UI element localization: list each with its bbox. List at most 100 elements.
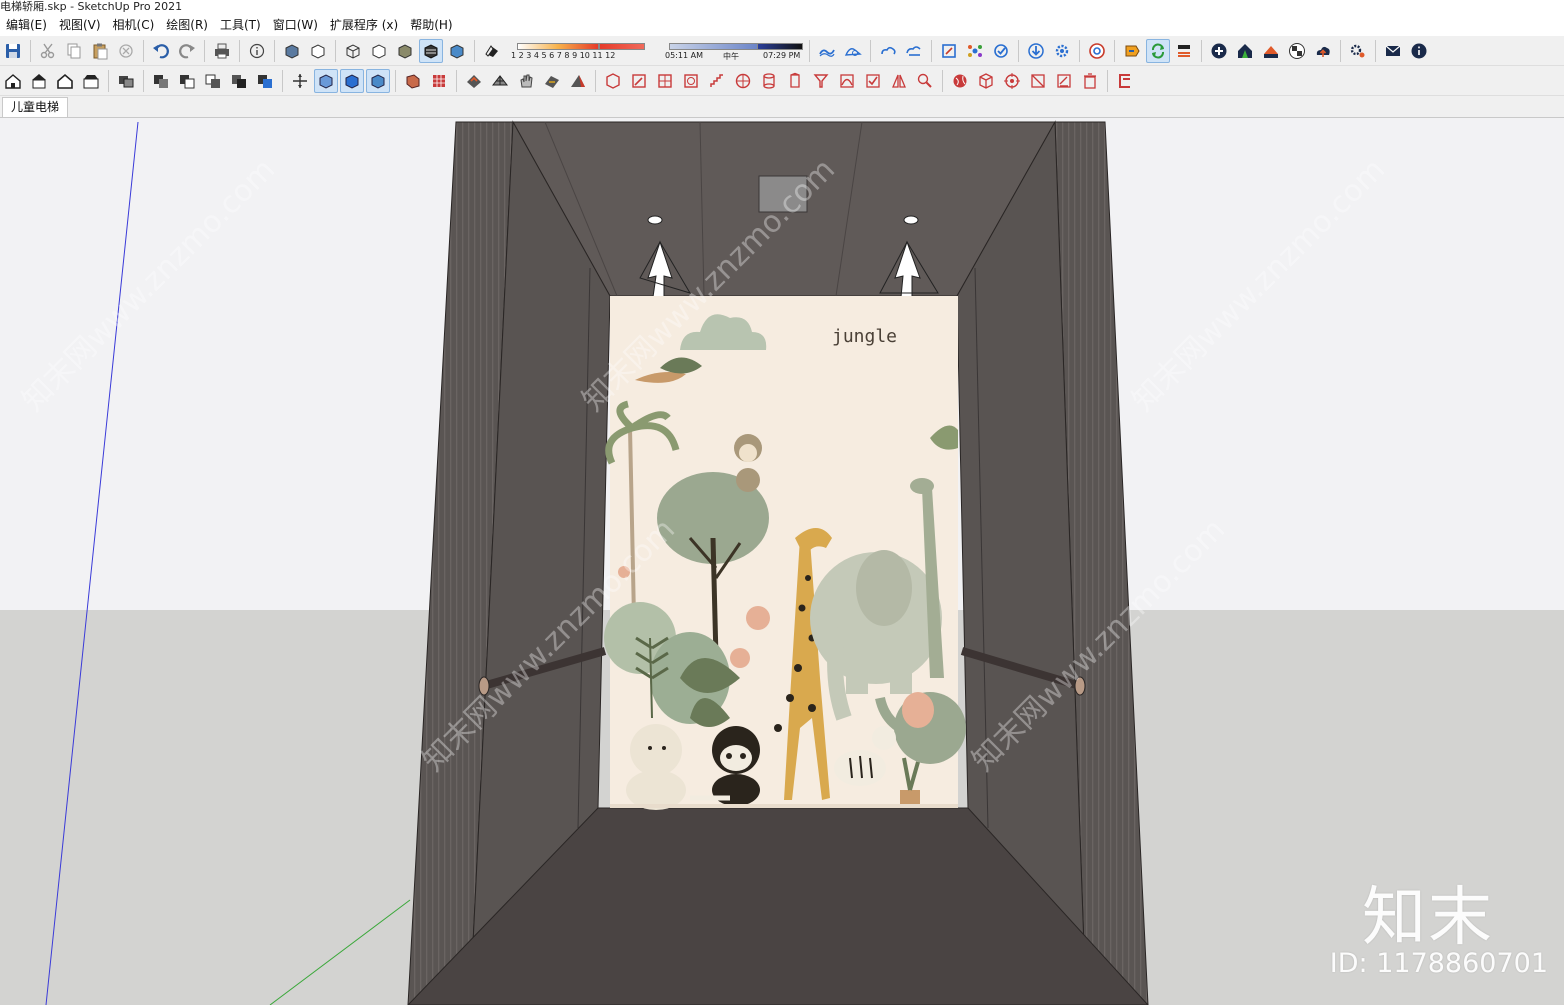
mail-button[interactable]	[1381, 39, 1405, 63]
stack-view-button[interactable]	[114, 69, 138, 93]
menu-window[interactable]: 窗口(W)	[267, 14, 324, 36]
sandbox-smoove-button[interactable]	[876, 39, 900, 63]
red-tool-7-button[interactable]	[757, 69, 781, 93]
save-button[interactable]	[1, 39, 25, 63]
plugin-orange-button[interactable]	[1120, 39, 1144, 63]
redo-button[interactable]	[175, 39, 199, 63]
print-button[interactable]	[210, 39, 234, 63]
sandbox-add-detail-button[interactable]	[488, 69, 512, 93]
red-tool-2-button[interactable]	[627, 69, 651, 93]
red-tool-10-button[interactable]	[835, 69, 859, 93]
menu-bar: 编辑(E) 视图(V) 相机(C) 绘图(R) 工具(T) 窗口(W) 扩展程序…	[0, 14, 1564, 36]
copy-button[interactable]	[62, 39, 86, 63]
section-plane-button[interactable]	[288, 69, 312, 93]
sandbox-grid-button[interactable]	[841, 39, 865, 63]
iso-view-button[interactable]	[1, 69, 25, 93]
material-button[interactable]	[401, 69, 425, 93]
menu-draw[interactable]: 绘图(R)	[160, 14, 214, 36]
union-button[interactable]	[149, 69, 173, 93]
section-fill-button[interactable]	[366, 68, 390, 93]
red-tool-18-button[interactable]	[1052, 69, 1076, 93]
monochrome-button[interactable]	[445, 39, 469, 63]
red-tool-8-button[interactable]	[783, 69, 807, 93]
menu-edit[interactable]: 编辑(E)	[0, 14, 53, 36]
transfer-button[interactable]	[1172, 39, 1196, 63]
erase-button[interactable]	[114, 39, 138, 63]
components-button[interactable]	[963, 39, 987, 63]
house-front-icon	[57, 73, 73, 89]
red-tool-20-button[interactable]	[1113, 69, 1137, 93]
undo-button[interactable]	[149, 39, 173, 63]
sandbox-flatten-button[interactable]	[540, 69, 564, 93]
red-tool-3-button[interactable]	[653, 69, 677, 93]
about-button[interactable]	[1407, 39, 1431, 63]
red-tool-14-button[interactable]	[948, 69, 972, 93]
cloud-upload-button[interactable]	[1311, 39, 1335, 63]
red-tool-12-button[interactable]	[887, 69, 911, 93]
red-cylinder-icon	[763, 72, 775, 89]
shadows-toggle-button[interactable]	[480, 39, 504, 63]
sandbox-stamp-button[interactable]	[902, 39, 926, 63]
red-tool-1-button[interactable]	[601, 69, 625, 93]
extension-warehouse-button[interactable]	[1259, 39, 1283, 63]
model-viewport[interactable]: jungle 知末网www.znzmo.com 知末网www.znzmo.com…	[0, 118, 1564, 1005]
shadow-time-slider[interactable]: 05:11 AM 中午 07:29 PM	[657, 38, 803, 64]
red-tool-5-button[interactable]	[705, 69, 729, 93]
red-tool-15-button[interactable]	[974, 69, 998, 93]
add-button[interactable]	[1207, 39, 1231, 63]
red-rotate-icon	[684, 73, 698, 88]
menu-help[interactable]: 帮助(H)	[404, 14, 458, 36]
red-tool-17-button[interactable]	[1026, 69, 1050, 93]
sync-button[interactable]	[1146, 38, 1170, 63]
trim-button[interactable]	[227, 69, 251, 93]
ceiling-light-left	[647, 215, 663, 225]
red-tool-11-button[interactable]	[861, 69, 885, 93]
model-info-button[interactable]	[245, 39, 269, 63]
scene-tab[interactable]: 儿童电梯	[2, 97, 69, 117]
section-display-button[interactable]	[314, 68, 338, 93]
shaded-textures-button[interactable]	[419, 38, 443, 63]
zoom-extents-button[interactable]	[937, 39, 961, 63]
shadow-time-start: 05:11 AM	[665, 50, 703, 60]
warehouse-button[interactable]	[1233, 39, 1257, 63]
intersect-button[interactable]	[201, 69, 225, 93]
settings-button[interactable]	[1346, 39, 1370, 63]
top-view-button[interactable]	[27, 69, 51, 93]
red-tool-6-button[interactable]	[731, 69, 755, 93]
texture-button[interactable]	[427, 69, 451, 93]
red-tool-16-button[interactable]	[1000, 69, 1024, 93]
menu-extensions[interactable]: 扩展程序 (x)	[324, 14, 404, 36]
download-button[interactable]	[1024, 39, 1048, 63]
xray-button[interactable]	[280, 39, 304, 63]
shadow-icon	[485, 44, 498, 57]
menu-camera[interactable]: 相机(C)	[107, 14, 161, 36]
paste-button[interactable]	[88, 39, 112, 63]
sandbox-from-contours-button[interactable]	[815, 39, 839, 63]
sandbox-smooth-button[interactable]	[566, 69, 590, 93]
front-view-button[interactable]	[53, 69, 77, 93]
house-right-icon	[83, 74, 99, 88]
cut-button[interactable]	[36, 39, 60, 63]
sandbox-flip-button[interactable]	[514, 69, 538, 93]
section-cut-button[interactable]	[340, 68, 364, 93]
red-tool-13-button[interactable]	[913, 69, 937, 93]
shaded-button[interactable]	[393, 39, 417, 63]
toolbar-main: 1 2 3 4 5 6 7 8 9 10 11 12 05:11 AM 中午 0…	[0, 36, 1564, 66]
red-tool-4-button[interactable]	[679, 69, 703, 93]
chrome-button[interactable]	[1085, 39, 1109, 63]
shadow-date-slider[interactable]: 1 2 3 4 5 6 7 8 9 10 11 12	[507, 38, 653, 64]
checker-button[interactable]	[1285, 39, 1309, 63]
split-button[interactable]	[253, 69, 277, 93]
preferences-button[interactable]	[1050, 39, 1074, 63]
menu-tools[interactable]: 工具(T)	[214, 14, 267, 36]
red-tool-19-button[interactable]	[1078, 69, 1102, 93]
sandbox-drape-button[interactable]	[462, 69, 486, 93]
right-view-button[interactable]	[79, 69, 103, 93]
hidden-line-button[interactable]	[367, 39, 391, 63]
red-tool-9-button[interactable]	[809, 69, 833, 93]
subtract-button[interactable]	[175, 69, 199, 93]
wireframe-button[interactable]	[341, 39, 365, 63]
check-button[interactable]	[989, 39, 1013, 63]
back-edges-button[interactable]	[306, 39, 330, 63]
menu-view[interactable]: 视图(V)	[53, 14, 107, 36]
